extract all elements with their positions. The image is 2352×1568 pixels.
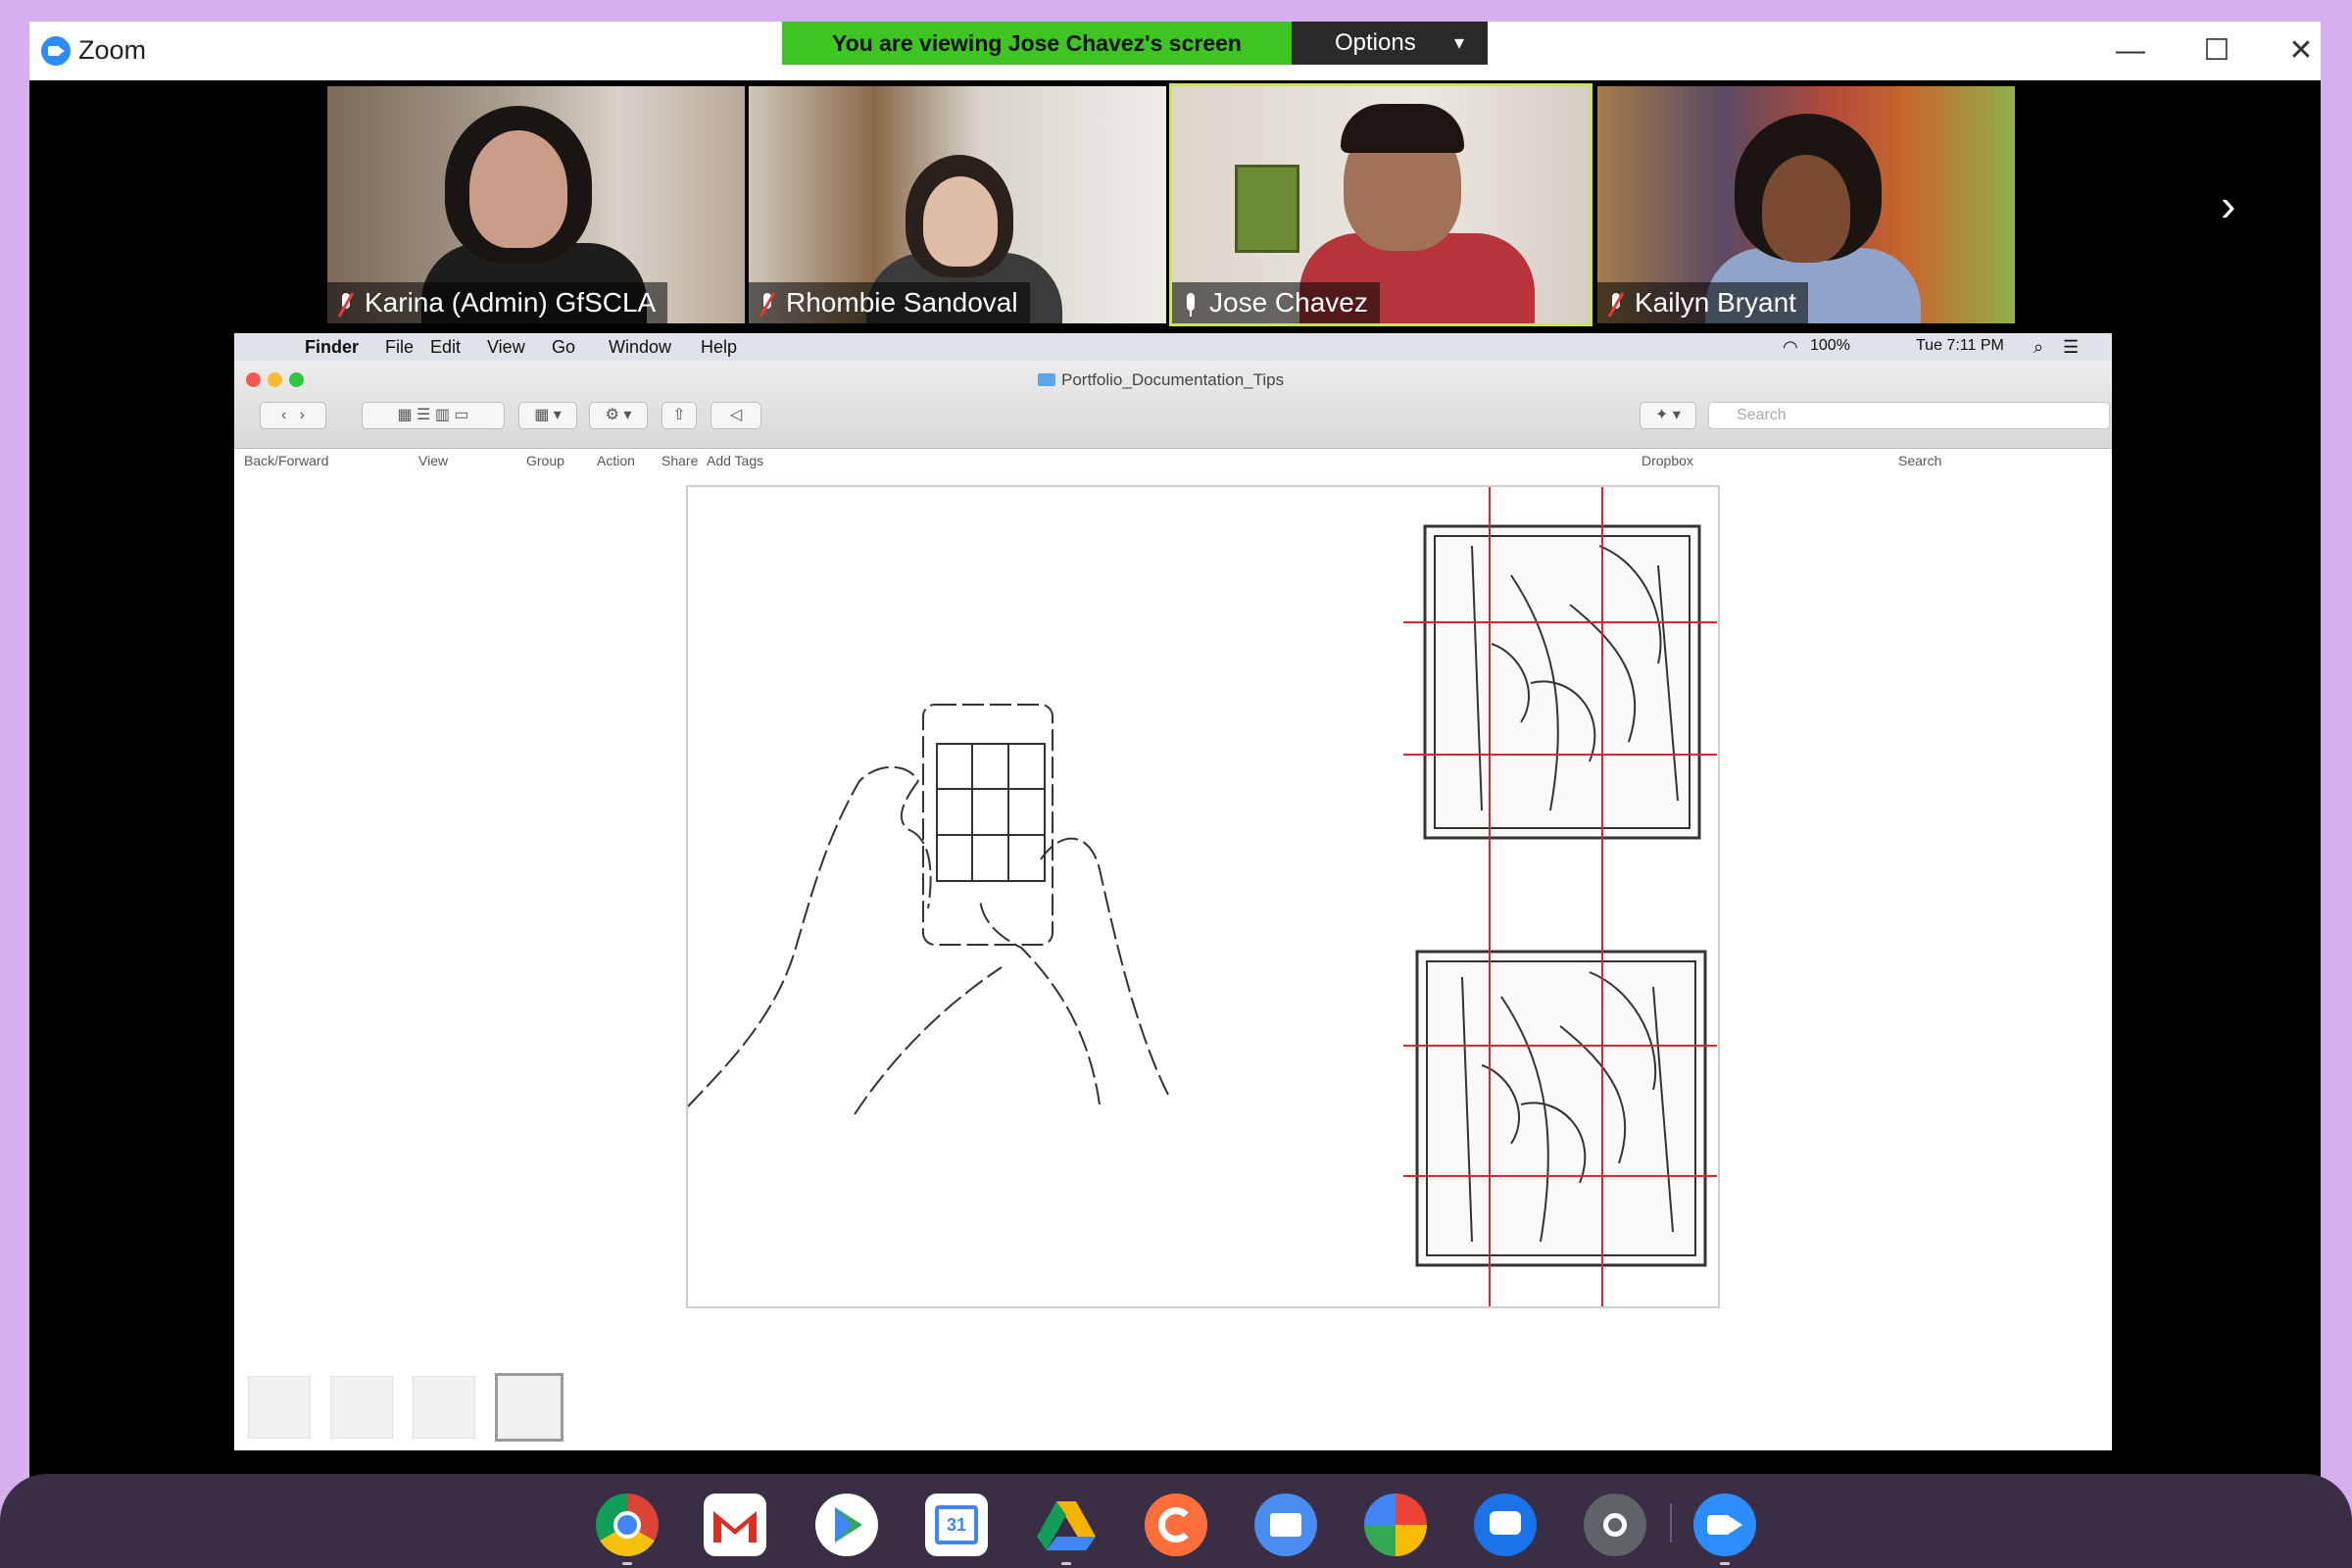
label-share: Share <box>662 453 699 468</box>
menu-finder: Finder <box>305 337 360 357</box>
thumbnail-1 <box>248 1376 311 1439</box>
finder-window-title: Portfolio_Documentation_Tips <box>1038 370 1284 390</box>
label-action: Action <box>597 453 635 468</box>
running-indicator <box>1061 1562 1071 1565</box>
video-tile-jose-active-speaker[interactable]: Jose Chavez <box>1169 83 1592 326</box>
participant-nameplate: Rhombie Sandoval <box>749 282 1030 323</box>
muted-mic-icon <box>759 291 776 318</box>
menu-edit: Edit <box>430 337 462 357</box>
label-back-forward: Back/Forward <box>244 453 329 468</box>
illustration-drawing <box>687 487 1717 1306</box>
view-mode-buttons: ▦ ☰ ▥ ▭ <box>362 402 505 429</box>
minimize-button[interactable]: — <box>2111 31 2150 71</box>
chevron-down-icon: ▾ <box>1453 32 1464 54</box>
action-button: ⚙ ▾ <box>589 402 648 429</box>
wifi-icon: ◠ <box>1783 337 1798 357</box>
menu-go: Go <box>552 337 576 357</box>
options-label: Options <box>1335 29 1416 56</box>
shared-screen: Finder File Edit View Go Window Help ◠ 1… <box>234 333 2112 1450</box>
phone-grid <box>936 743 1046 882</box>
finder-toolbar: Portfolio_Documentation_Tips ‹ › ▦ ☰ ▥ ▭… <box>234 361 2112 468</box>
thumbnail-4-selected <box>495 1373 564 1442</box>
finder-search-field: Search <box>1708 402 2110 429</box>
mic-icon <box>1182 291 1200 318</box>
zoom-shelf-icon[interactable] <box>1693 1494 1756 1556</box>
options-button[interactable]: Options ▾ <box>1292 22 1488 65</box>
play-store-shelf-icon[interactable] <box>815 1494 878 1556</box>
next-page-arrow-icon[interactable]: › <box>2221 178 2235 231</box>
close-traffic-light <box>246 372 261 387</box>
menu-window: Window <box>609 337 672 357</box>
menubar-clock: Tue 7:11 PM <box>1916 337 2004 354</box>
menu-view: View <box>487 337 525 357</box>
folder-icon <box>1038 373 1055 386</box>
group-button: ▦ ▾ <box>518 402 577 429</box>
label-search: Search <box>1898 453 1942 468</box>
thumbnail-3 <box>413 1376 475 1439</box>
zoom-logo-icon <box>41 36 71 66</box>
zoom-window: Zoom You are viewing Jose Chavez's scree… <box>29 22 2321 1509</box>
label-add-tags: Add Tags <box>707 453 764 468</box>
participant-name: Jose Chavez <box>1209 287 1368 318</box>
notification-center-icon: ☰ <box>2063 337 2080 357</box>
maximize-button[interactable]: ☐ <box>2197 31 2236 71</box>
add-tags-button: ◁ <box>710 402 761 429</box>
menu-help: Help <box>701 337 738 357</box>
running-indicator <box>622 1562 632 1565</box>
participant-name: Rhombie Sandoval <box>786 287 1018 318</box>
video-tile-rhombie[interactable]: Rhombie Sandoval <box>749 86 1166 323</box>
chromeos-shelf: 31 <box>0 1474 2352 1568</box>
label-dropbox: Dropbox <box>1642 453 1693 468</box>
participant-nameplate: Karina (Admin) GfSCLA <box>327 282 668 323</box>
messages-shelf-icon[interactable] <box>1474 1494 1537 1556</box>
calendar-shelf-icon[interactable]: 31 <box>925 1494 988 1556</box>
mac-menu-bar: Finder File Edit View Go Window Help ◠ 1… <box>234 333 2112 361</box>
participant-name: Karina (Admin) GfSCLA <box>365 287 657 318</box>
framed-artwork-bottom <box>1415 950 1707 1267</box>
menu-file: File <box>385 337 415 357</box>
spotlight-icon: ⌕ <box>2034 337 2044 357</box>
participant-nameplate: Jose Chavez <box>1172 282 1380 323</box>
calendar-date: 31 <box>935 1505 978 1544</box>
camera-shelf-icon[interactable] <box>1584 1494 1646 1556</box>
muted-mic-icon <box>337 291 355 318</box>
muted-mic-icon <box>1607 291 1625 318</box>
shelf-divider <box>1670 1503 1672 1543</box>
video-tile-kailyn[interactable]: Kailyn Bryant <box>1597 86 2015 323</box>
app-title: Zoom <box>78 35 147 65</box>
participant-name: Kailyn Bryant <box>1635 287 1796 318</box>
chrome-shelf-icon[interactable] <box>596 1494 659 1556</box>
share-button: ⇧ <box>662 402 697 429</box>
minimize-traffic-light <box>268 372 282 387</box>
clipchamp-shelf-icon[interactable] <box>1145 1494 1207 1556</box>
battery-percent: 100% <box>1810 337 1850 354</box>
folder-title-text: Portfolio_Documentation_Tips <box>1061 370 1285 389</box>
dropbox-button: ✦ ▾ <box>1640 402 1696 429</box>
share-banner: You are viewing Jose Chavez's screen <box>782 22 1292 65</box>
drive-shelf-icon[interactable] <box>1035 1494 1098 1556</box>
label-group: Group <box>526 453 564 468</box>
thumbnail-2 <box>330 1376 393 1439</box>
running-indicator <box>1720 1562 1730 1565</box>
photos-shelf-icon[interactable] <box>1364 1494 1427 1556</box>
back-forward-buttons: ‹ › <box>260 402 326 429</box>
zoom-traffic-light <box>289 372 304 387</box>
gmail-shelf-icon[interactable] <box>704 1494 766 1556</box>
title-bar: Zoom You are viewing Jose Chavez's scree… <box>29 22 2321 80</box>
preview-image <box>686 485 1720 1308</box>
label-view: View <box>418 453 449 468</box>
participant-nameplate: Kailyn Bryant <box>1597 282 1808 323</box>
close-button[interactable]: ✕ <box>2281 31 2321 71</box>
hands-holding-phone-drawing <box>687 704 1169 1115</box>
framed-artwork-top <box>1423 524 1701 840</box>
video-tile-karina[interactable]: Karina (Admin) GfSCLA <box>327 86 745 323</box>
files-shelf-icon[interactable] <box>1254 1494 1317 1556</box>
